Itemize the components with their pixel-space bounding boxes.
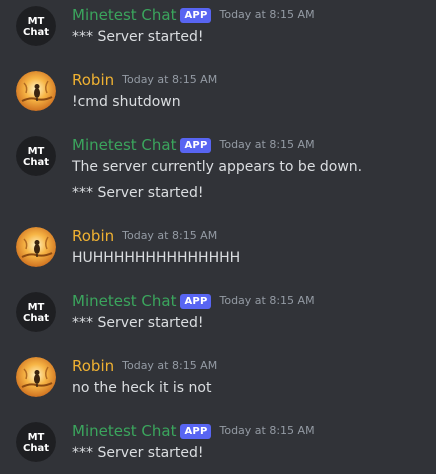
author-name[interactable]: Robin: [72, 225, 114, 247]
mt-chat-avatar-icon[interactable]: MT Chat: [16, 292, 56, 332]
robin-avatar-icon[interactable]: [16, 71, 56, 111]
svg-text:Chat: Chat: [23, 443, 49, 454]
chat-message-list: MT Chat Minetest Chat APP Today at 8:15 …: [0, 0, 436, 474]
timestamp[interactable]: Today at 8:15 AM: [122, 69, 217, 91]
author-name[interactable]: Minetest Chat: [72, 4, 176, 26]
timestamp[interactable]: Today at 8:15 AM: [219, 134, 314, 156]
author-name[interactable]: Robin: [72, 355, 114, 377]
message-header: Minetest Chat APP Today at 8:15 AM: [72, 420, 315, 442]
message-text: HUHHHHHHHHHHHHHH: [72, 250, 241, 266]
message-text: no the heck it is not: [72, 380, 212, 396]
app-badge: APP: [180, 137, 212, 153]
svg-text:MT: MT: [28, 432, 45, 443]
app-badge: APP: [180, 7, 212, 23]
timestamp[interactable]: Today at 8:15 AM: [219, 420, 314, 442]
svg-text:Chat: Chat: [23, 313, 49, 324]
mt-chat-avatar-icon[interactable]: MT Chat: [16, 136, 56, 176]
author-name[interactable]: Minetest Chat: [72, 420, 176, 442]
app-badge: APP: [180, 423, 212, 439]
timestamp[interactable]: Today at 8:15 AM: [219, 290, 314, 312]
message-header: Robin Today at 8:15 AM: [72, 69, 217, 91]
robin-avatar-icon[interactable]: [16, 227, 56, 267]
message-header: Minetest Chat APP Today at 8:15 AM: [72, 290, 315, 312]
mt-chat-avatar-icon[interactable]: MT Chat: [16, 6, 56, 46]
mt-chat-avatar-icon[interactable]: MT Chat: [16, 422, 56, 462]
timestamp[interactable]: Today at 8:15 AM: [219, 4, 314, 26]
author-name[interactable]: Minetest Chat: [72, 134, 176, 156]
message-text: *** Server started!: [72, 29, 204, 45]
svg-text:MT: MT: [28, 302, 45, 313]
svg-text:MT: MT: [28, 146, 45, 157]
message-text: *** Server started!: [72, 315, 204, 331]
message-text: *** Server started!: [72, 445, 204, 461]
author-name[interactable]: Robin: [72, 69, 114, 91]
message-text: *** Server started!: [72, 185, 204, 201]
timestamp[interactable]: Today at 8:15 AM: [122, 225, 217, 247]
app-badge: APP: [180, 293, 212, 309]
svg-text:Chat: Chat: [23, 157, 49, 168]
message-header: Robin Today at 8:15 AM: [72, 225, 217, 247]
timestamp[interactable]: Today at 8:15 AM: [122, 355, 217, 377]
svg-text:MT: MT: [28, 16, 45, 27]
message-header: Minetest Chat APP Today at 8:15 AM: [72, 4, 315, 26]
robin-avatar-icon[interactable]: [16, 357, 56, 397]
author-name[interactable]: Minetest Chat: [72, 290, 176, 312]
svg-text:Chat: Chat: [23, 27, 49, 38]
message-header: Minetest Chat APP Today at 8:15 AM: [72, 134, 315, 156]
message-text: !cmd shutdown: [72, 94, 181, 110]
message-header: Robin Today at 8:15 AM: [72, 355, 217, 377]
message-text: The server currently appears to be down.: [72, 159, 363, 175]
